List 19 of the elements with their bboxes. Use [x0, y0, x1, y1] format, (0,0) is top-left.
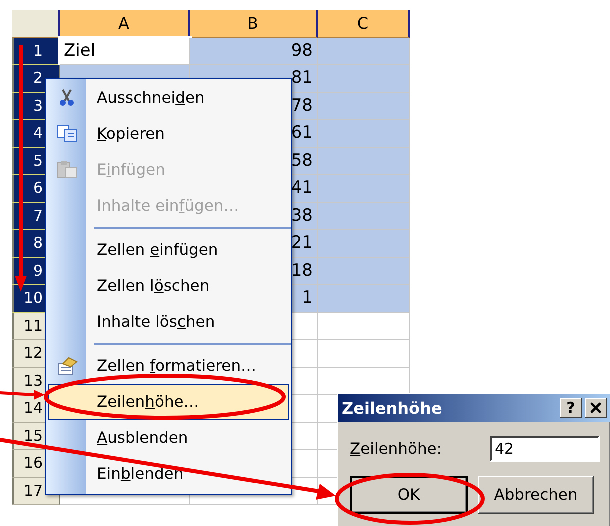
window-title: Zeilenhöhe [342, 398, 444, 418]
annotation-arrow [0, 390, 45, 400]
table-cell: 98 [190, 38, 318, 65]
input-field[interactable]: 42 [490, 436, 600, 462]
help-button[interactable]: ? [560, 398, 582, 418]
column-header[interactable]: B [190, 10, 318, 38]
clipboard-icon [57, 160, 79, 180]
column-header[interactable]: A [60, 10, 190, 38]
table-cell: Ziel [60, 38, 190, 65]
format-cells-icon [57, 356, 79, 376]
column-header[interactable]: C [318, 10, 410, 38]
close-icon [588, 400, 604, 416]
field-label: Zeilenhöhe: [350, 440, 442, 458]
dialog-button[interactable]: OK [350, 476, 468, 514]
scissors-icon [57, 88, 77, 108]
dialog-button[interactable]: Abbrechen [478, 476, 594, 514]
select-all-corner[interactable] [12, 10, 60, 38]
copy-icon [57, 124, 79, 144]
close-button[interactable] [585, 398, 607, 418]
